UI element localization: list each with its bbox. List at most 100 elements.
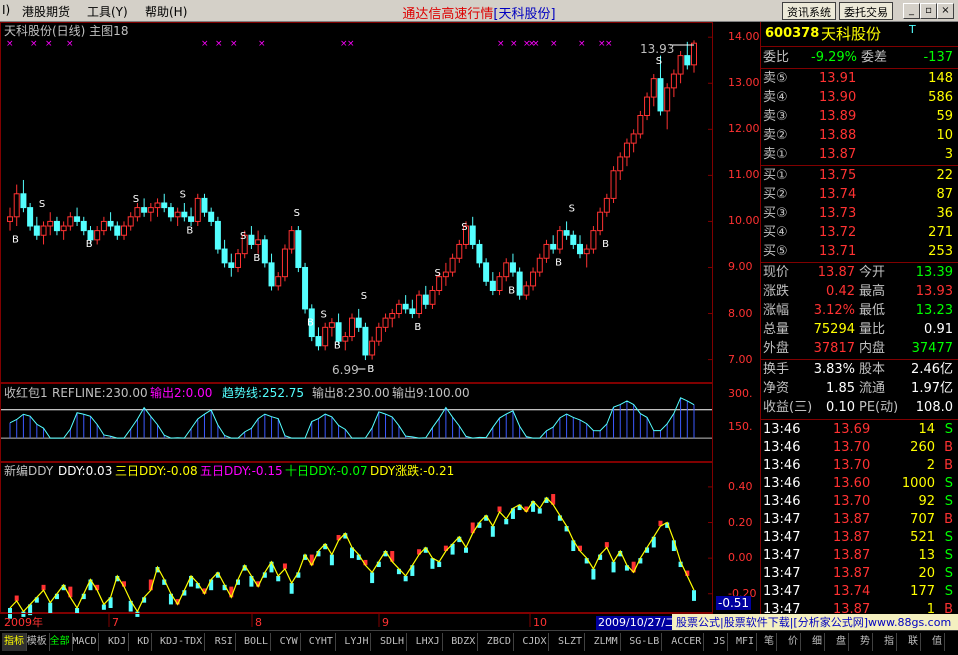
candle-body bbox=[489, 280, 496, 291]
signal-marker: × bbox=[30, 39, 38, 49]
candle-body bbox=[617, 156, 624, 172]
buy-level-row: 买④ 13.72 271 bbox=[761, 224, 958, 242]
panel-view-tab[interactable]: 价 bbox=[786, 633, 801, 651]
candle-body bbox=[288, 230, 295, 250]
panel-view-tab[interactable]: 盘 bbox=[834, 633, 849, 651]
fundamental-label: PE(动) bbox=[859, 400, 899, 415]
sell-level-price: 13.91 bbox=[819, 71, 857, 86]
tick-time: 13:47 bbox=[763, 512, 801, 527]
buy-signal-label: B bbox=[12, 235, 19, 246]
indicator-tab[interactable]: ZLMM bbox=[592, 633, 621, 651]
menu-item-futures[interactable]: 港股期货 bbox=[22, 3, 70, 20]
ind2-current-value: -0.51 bbox=[716, 596, 752, 610]
indicator-tab[interactable]: KD bbox=[135, 633, 153, 651]
buy-level-label: 买④ bbox=[763, 225, 788, 240]
restore-icon[interactable]: ▫ bbox=[920, 3, 937, 19]
fundamental-row: 收益(三) 0.10 PE(动) 108.0 bbox=[761, 399, 958, 417]
sell-level-label: 卖① bbox=[763, 147, 788, 162]
sell-signal-label: S bbox=[569, 203, 575, 214]
tick-direction: S bbox=[944, 422, 953, 437]
candle-body bbox=[469, 225, 476, 245]
indicator-tab[interactable]: LHXJ bbox=[414, 633, 443, 651]
indicator-tab[interactable]: MFI bbox=[734, 633, 758, 651]
indicator-tab[interactable]: RSI bbox=[213, 633, 236, 651]
signal-marker: × bbox=[66, 39, 74, 49]
panel-view-tab[interactable]: 笔 bbox=[762, 633, 777, 651]
candle-body bbox=[577, 243, 583, 255]
info-system-button[interactable]: 资讯系统 bbox=[782, 2, 836, 20]
candle-body bbox=[80, 220, 87, 232]
indicator-tab[interactable]: 模板 bbox=[25, 633, 50, 651]
candle-body bbox=[623, 142, 630, 158]
candle-body bbox=[114, 225, 121, 236]
sell-level-volume: 586 bbox=[928, 90, 953, 105]
buy-level-volume: 36 bbox=[936, 206, 953, 221]
menu-item-help[interactable]: 帮助(H) bbox=[145, 3, 187, 20]
main-y-tick-label: 14.00 bbox=[728, 30, 760, 44]
indicator-tab[interactable]: MACD bbox=[70, 633, 100, 651]
stock-header: 600378 天科股份 T bbox=[761, 23, 958, 43]
menu-item-tools[interactable]: 工具(Y) bbox=[87, 3, 128, 20]
indicator-tab[interactable]: KDJ-TDX bbox=[158, 633, 206, 651]
stat-value: 75294 bbox=[813, 322, 855, 337]
candle-body bbox=[416, 294, 423, 315]
indicator-tab[interactable]: CJDX bbox=[520, 633, 550, 651]
buy-signal-label: B bbox=[367, 364, 374, 375]
stock-suffix: T bbox=[909, 23, 916, 36]
x-axis-label: 2009年 bbox=[4, 616, 43, 629]
indicator-tab[interactable]: ACCER bbox=[669, 633, 705, 651]
menu-item-system[interactable]: I) bbox=[2, 3, 10, 17]
indicator-tab[interactable]: SG-LB bbox=[627, 633, 663, 651]
candle-body bbox=[20, 193, 27, 209]
indicator-tab[interactable]: 全部 bbox=[48, 633, 73, 651]
indicator-tab[interactable]: BOLL bbox=[242, 633, 272, 651]
indicator-tab[interactable]: KDJ bbox=[106, 633, 130, 651]
candle-body bbox=[27, 207, 34, 227]
signal-marker: × bbox=[230, 39, 238, 49]
trade-button[interactable]: 委托交易 bbox=[839, 2, 893, 20]
indicator-tab[interactable]: BDZX bbox=[449, 633, 479, 651]
candle-body bbox=[530, 271, 537, 287]
panel-view-tab[interactable]: 联 bbox=[906, 633, 921, 651]
candle-body bbox=[94, 230, 101, 241]
candle-body bbox=[556, 230, 563, 250]
panel-view-tab[interactable]: 细 bbox=[810, 633, 825, 651]
tick-volume: 20 bbox=[918, 566, 935, 581]
tick-direction: S bbox=[944, 584, 953, 599]
candle-body bbox=[40, 225, 47, 236]
indicator-tab[interactable]: CYW bbox=[278, 633, 301, 651]
indicator-tab[interactable]: SDLH bbox=[378, 633, 408, 651]
high-price-label: 13.93 bbox=[640, 42, 675, 56]
chart-area[interactable]: × × × × × × × × × × × × × × × × × × × S B B S S B S B S B S B S B B S S B B S B… bbox=[0, 22, 760, 630]
minimize-icon[interactable]: _ bbox=[903, 3, 920, 19]
candle-body bbox=[637, 115, 644, 135]
buy-signal-label: B bbox=[86, 239, 93, 250]
panel-view-tab[interactable]: 势 bbox=[858, 633, 873, 651]
tick-row: 13:47 13.87 20 S bbox=[761, 565, 958, 583]
buy-level-volume: 253 bbox=[928, 244, 953, 259]
indicator-tab[interactable]: JS bbox=[711, 633, 729, 651]
candle-body bbox=[235, 253, 241, 268]
candle-body bbox=[395, 303, 402, 315]
buy-signal-label: B bbox=[253, 253, 260, 264]
indicator-tab[interactable]: LYJH bbox=[342, 633, 372, 651]
panel-view-tab[interactable]: 值 bbox=[930, 633, 945, 651]
sell-level-volume: 148 bbox=[928, 71, 953, 86]
panel-view-tab[interactable]: 指 bbox=[882, 633, 897, 651]
ind2-d5: 五日DDY:-0.15 bbox=[200, 464, 283, 478]
candle-body bbox=[33, 225, 40, 236]
tick-volume: 707 bbox=[910, 512, 935, 527]
menu-bar: I) 港股期货 工具(Y) 帮助(H) 通达信高速行情[天科股份] 资讯系统 委… bbox=[0, 0, 958, 22]
candle-body bbox=[147, 207, 154, 213]
indicator-tab[interactable]: ZBCD bbox=[485, 633, 514, 651]
stat-label: 涨幅 bbox=[763, 303, 790, 318]
indicator-tab[interactable]: CYHT bbox=[307, 633, 336, 651]
indicator-tab-bar: 指标 模板 全部 MACD KDJ KD KDJ-TDX RSI BOLL CYW CYHT LYJH… bbox=[0, 630, 958, 655]
indicator-tab[interactable]: SLZT bbox=[556, 633, 586, 651]
signal-marker: × bbox=[6, 39, 14, 49]
candle-body bbox=[389, 313, 396, 319]
weibi-row: 委比 -9.29% 委差 -137 bbox=[761, 49, 958, 67]
close-icon[interactable]: × bbox=[937, 3, 954, 19]
candle-body bbox=[670, 73, 677, 89]
indicator-tab[interactable]: 指标 bbox=[2, 633, 27, 651]
